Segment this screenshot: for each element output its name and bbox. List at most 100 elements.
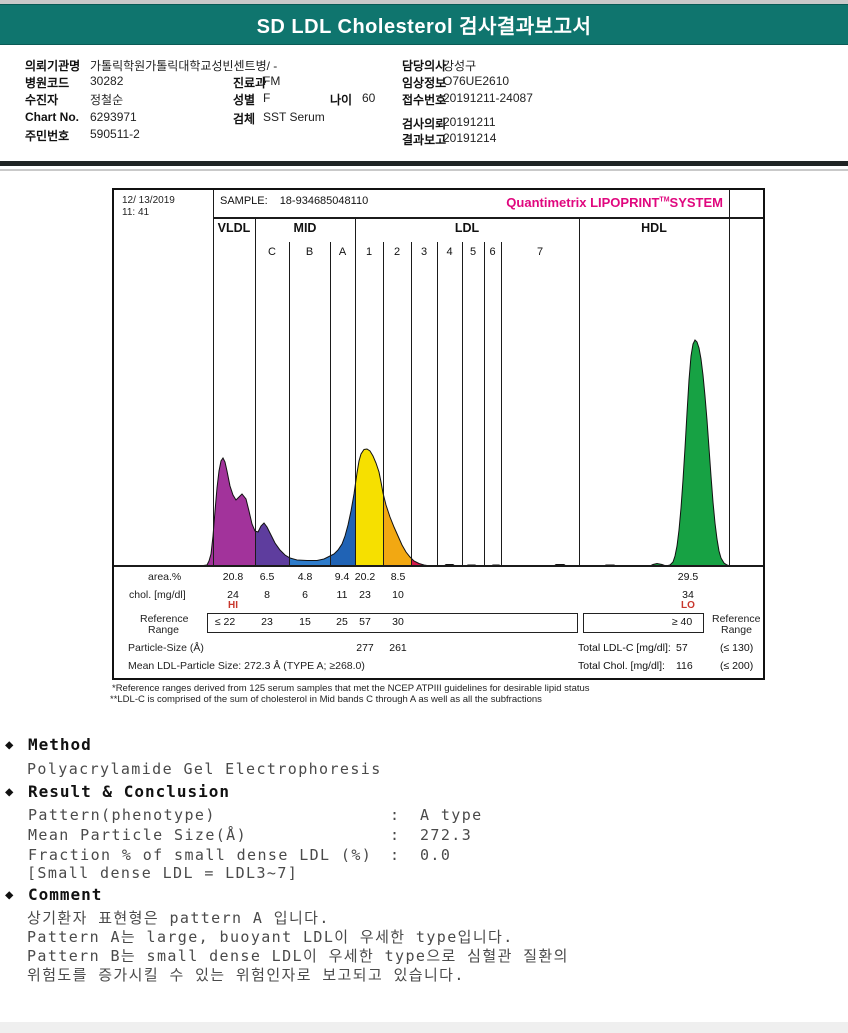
comment-line-4: 위험도를 증가시킬 수 있는 위험인자로 보고되고 있습니다. (27, 966, 465, 984)
field-label-sex: 성별 (233, 93, 256, 107)
field-value-patient-name: 정철순 (90, 93, 124, 107)
line-6-7 (501, 242, 502, 566)
particle-ldl1: 277 (356, 642, 374, 654)
group-label-vldl: VLDL (217, 221, 251, 235)
total-ldl-c-ref: (≤ 130) (720, 642, 754, 654)
field-label-ordered-date: 검사의뢰 (402, 117, 447, 131)
comment-title: Comment (28, 885, 103, 904)
particle-ldl2: 261 (389, 642, 407, 654)
result-colon-2: : (390, 826, 401, 844)
separator-dark (0, 161, 848, 166)
field-value-clinical-info: O76UE2610 (443, 74, 510, 88)
line-4-5 (462, 242, 463, 566)
lab-report-page: SD LDL Cholesterol 검사결과보고서 의뢰기관명 가톨릭학원가톨… (0, 0, 848, 1033)
result-value-mean-size: 272.3 (420, 826, 473, 844)
densitometry-plot (199, 339, 731, 566)
chol-mid-a: 11 (336, 589, 348, 601)
band-label-2: 2 (393, 246, 401, 258)
area-vldl: 20.8 (222, 571, 244, 583)
ref-mid-c: 23 (261, 616, 273, 628)
group-label-hdl: HDL (641, 221, 667, 235)
fill-mid-c (255, 340, 289, 566)
sample-row: SAMPLE: 18-934685048110 (220, 195, 368, 207)
footnote-2: **LDL-C is comprised of the sum of chole… (110, 694, 542, 705)
band-label-b: B (305, 246, 314, 258)
separator-light (0, 169, 848, 171)
chol-ldl2: 10 (392, 589, 404, 601)
result-note: [Small dense LDL = LDL3~7] (27, 864, 299, 882)
method-body: Polyacrylamide Gel Electrophoresis (27, 760, 382, 778)
field-label-accession-no: 접수번호 (402, 93, 447, 107)
plot-baseline (114, 565, 763, 567)
sample-row-divider (213, 217, 763, 219)
total-chol-label: Total Chol. [mg/dl]: (578, 660, 665, 672)
line-1-2 (383, 242, 384, 566)
ref-ldl2: 30 (392, 616, 404, 628)
total-ldl-c-label: Total LDL-C [mg/dl]: (578, 642, 671, 654)
band-label-5: 5 (469, 246, 477, 258)
field-label-resident-no: 주민번호 (25, 129, 70, 143)
ref-mid-a: 25 (336, 616, 348, 628)
result-bullet-icon: ◆ (5, 784, 14, 800)
row-label-particle-size: Particle-Size (Å) (128, 642, 204, 654)
area-mid-c: 6.5 (259, 571, 275, 583)
brand-name: Quantimetrix LIPOPRINT (506, 195, 660, 210)
method-title: Method (28, 735, 92, 754)
field-label-clinical-info: 임상정보 (402, 76, 447, 90)
result-label-sdldl-fraction: Fraction % of small dense LDL (%) (28, 846, 373, 864)
scan-time: 11: 41 (122, 207, 150, 218)
sample-label: SAMPLE: (220, 195, 268, 207)
result-row-mean-size: Mean Particle Size(Å) : 272.3 (28, 826, 588, 844)
fill-mid-b (289, 340, 330, 566)
result-colon-1: : (390, 806, 401, 824)
field-value-resident-no: 590511-2 (90, 127, 140, 141)
band-label-6: 6 (489, 246, 496, 258)
field-label-reported-date: 결과보고 (402, 133, 447, 147)
total-chol-value: 116 (676, 660, 693, 672)
line-ldl-hdl (579, 218, 580, 566)
band-label-1: 1 (365, 246, 373, 258)
total-ldl-c-value: 57 (676, 642, 688, 654)
band-label-4: 4 (446, 246, 453, 258)
ref-mid-b: 15 (299, 616, 311, 628)
method-bullet-icon: ◆ (5, 737, 14, 753)
line-mid-ldl (355, 218, 356, 566)
row-label-chol: chol. [mg/dl] (129, 589, 186, 601)
field-label-specimen: 검체 (233, 112, 256, 126)
result-label-mean-size: Mean Particle Size(Å) (28, 826, 248, 844)
ref-hdl: ≥ 40 (671, 616, 693, 628)
field-label-age: 나이 (330, 93, 353, 107)
result-value-pattern: A type (420, 806, 483, 824)
field-label-doctor: 담당의사 (402, 59, 447, 73)
band-label-3: 3 (420, 246, 428, 258)
result-label-pattern: Pattern(phenotype) (28, 806, 216, 824)
row-label-area: area.% (148, 571, 182, 583)
sample-id: 18-934685048110 (279, 195, 369, 207)
comment-line-1: 상기환자 표현형은 pattern A 입니다. (27, 909, 330, 927)
line-b-a (330, 242, 331, 566)
field-value-institution: 가톨릭학원가톨릭대학교성빈센트병/ - (90, 59, 278, 73)
line-c-b (289, 242, 290, 566)
area-ldl2: 8.5 (390, 571, 406, 583)
area-mid-b: 4.8 (297, 571, 313, 583)
field-value-hospital-code: 30282 (90, 74, 124, 88)
field-value-doctor: 강성구 (443, 59, 477, 73)
fill-ldl1 (355, 340, 383, 566)
footnote-1: *Reference ranges derived from 125 serum… (112, 683, 590, 694)
result-row-pattern: Pattern(phenotype) : A type (28, 806, 588, 824)
field-value-age: 60 (362, 91, 376, 105)
comment-bullet-icon: ◆ (5, 887, 14, 903)
total-chol-ref: (≤ 200) (720, 660, 754, 672)
band-label-a: A (338, 246, 347, 258)
field-value-specimen: SST Serum (263, 110, 325, 124)
ref-ldl1: 57 (359, 616, 371, 628)
fill-hdl (579, 340, 729, 566)
line-3-4 (437, 242, 438, 566)
fill-mid-a (330, 340, 355, 566)
flag-hi: HI (228, 600, 238, 611)
line-2-3 (411, 242, 412, 566)
area-mid-a: 9.4 (334, 571, 350, 583)
area-hdl: 29.5 (677, 571, 699, 583)
brand-logo: Quantimetrix LIPOPRINTTMSYSTEM (506, 195, 723, 210)
line-vldl-mid (255, 218, 256, 566)
